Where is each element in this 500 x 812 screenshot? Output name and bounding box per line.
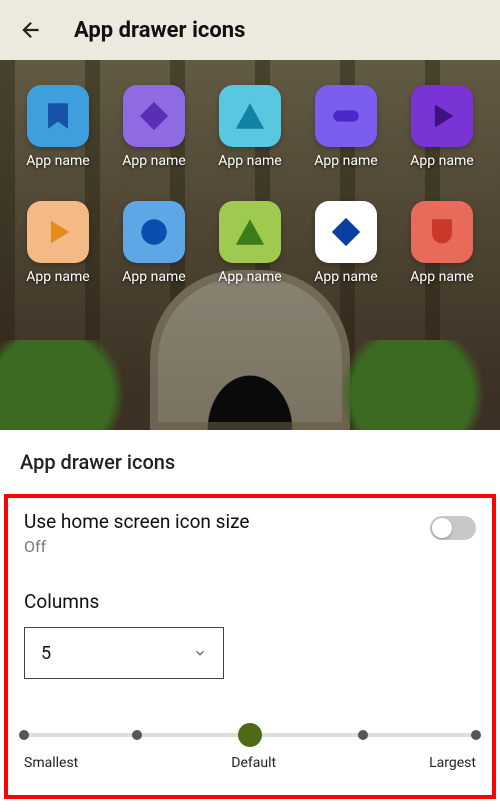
app-bar: App drawer icons xyxy=(0,0,500,60)
app-icon[interactable]: App name xyxy=(298,85,394,169)
icon-preview: App name App name App name App name App name… xyxy=(0,60,500,430)
app-tile xyxy=(315,85,377,147)
app-icon[interactable]: App name xyxy=(106,85,202,169)
slider-stop xyxy=(19,730,29,740)
chevron-down-icon xyxy=(193,646,207,660)
app-tile xyxy=(123,201,185,263)
arrow-left-icon xyxy=(18,17,44,43)
section-header: App drawer icons xyxy=(0,430,500,474)
app-icon[interactable]: App name xyxy=(394,85,490,169)
app-icon[interactable]: App name xyxy=(202,85,298,169)
setting-use-home-size: Use home screen icon size Off xyxy=(24,510,476,556)
slider-track xyxy=(24,733,476,737)
app-tile xyxy=(219,201,281,263)
app-label: App name xyxy=(410,153,473,169)
app-tile xyxy=(411,85,473,147)
app-tile xyxy=(219,85,281,147)
app-tile xyxy=(27,201,89,263)
app-icon[interactable]: App name xyxy=(394,201,490,285)
app-label: App name xyxy=(218,153,281,169)
slider-stop xyxy=(358,730,368,740)
slider-stop xyxy=(471,730,481,740)
app-label: App name xyxy=(26,153,89,169)
app-label: App name xyxy=(122,153,185,169)
app-tile xyxy=(315,201,377,263)
app-tile xyxy=(27,85,89,147)
app-label: App name xyxy=(218,269,281,285)
setting-state: Off xyxy=(24,537,249,556)
app-icon[interactable]: App name xyxy=(106,201,202,285)
app-icon-grid: App name App name App name App name App name… xyxy=(0,85,500,285)
section-title: App drawer icons xyxy=(20,450,480,474)
app-label: App name xyxy=(314,269,377,285)
decorative-moss xyxy=(0,340,160,430)
setting-title: Use home screen icon size xyxy=(24,510,249,533)
app-icon[interactable]: App name xyxy=(202,201,298,285)
slider-labels: Smallest Default Largest xyxy=(24,755,476,771)
slider-min-label: Smallest xyxy=(24,755,78,771)
slider-thumb[interactable] xyxy=(238,723,262,747)
icon-size-slider[interactable]: Smallest Default Largest xyxy=(24,733,476,771)
settings-highlight-box: Use home screen icon size Off Columns 5 … xyxy=(4,494,496,799)
app-label: App name xyxy=(410,269,473,285)
page-title: App drawer icons xyxy=(74,18,245,43)
back-button[interactable] xyxy=(12,11,50,49)
app-icon[interactable]: App name xyxy=(298,201,394,285)
app-icon[interactable]: App name xyxy=(10,201,106,285)
app-label: App name xyxy=(122,269,185,285)
columns-select[interactable]: 5 xyxy=(24,627,224,679)
columns-value: 5 xyxy=(41,643,51,664)
slider-max-label: Largest xyxy=(429,755,476,771)
app-tile xyxy=(411,201,473,263)
columns-label: Columns xyxy=(24,590,476,613)
decorative-moss xyxy=(340,340,500,430)
use-home-size-toggle[interactable] xyxy=(430,516,476,540)
app-icon[interactable]: App name xyxy=(10,85,106,169)
slider-mid-label: Default xyxy=(231,755,276,771)
slider-stop xyxy=(132,730,142,740)
app-label: App name xyxy=(26,269,89,285)
app-tile xyxy=(123,85,185,147)
app-label: App name xyxy=(314,153,377,169)
